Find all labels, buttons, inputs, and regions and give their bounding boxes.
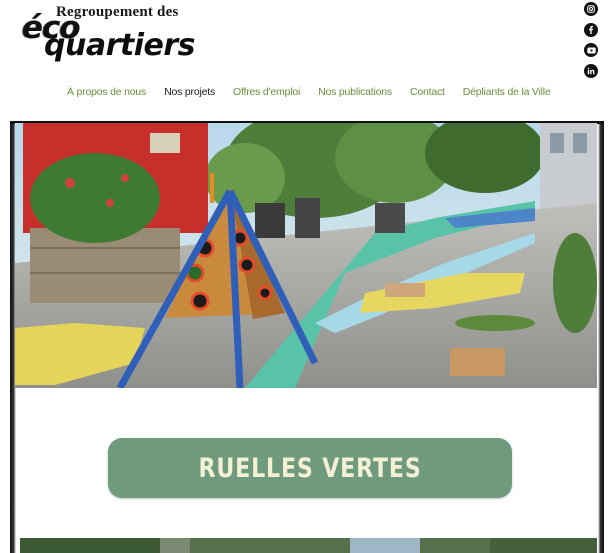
logo-quartiers: quartiers — [44, 28, 196, 63]
frame-border-right — [598, 122, 604, 553]
nav-item-offres-emploi[interactable]: Offres d'emploi — [224, 86, 309, 104]
nav-item-a-propos[interactable]: À propos de nous — [58, 86, 155, 104]
nav-item-nos-projets[interactable]: Nos projets — [155, 86, 224, 104]
youtube-icon[interactable] — [584, 43, 598, 57]
main-nav: À propos de nous Nos projets Offres d'em… — [58, 86, 560, 104]
instagram-icon[interactable] — [584, 2, 598, 16]
nav-item-contact[interactable]: Contact — [401, 86, 454, 104]
hero-image — [15, 123, 597, 388]
facebook-icon[interactable] — [584, 22, 598, 37]
site-logo[interactable]: Regroupement des éco quartiers — [22, 2, 200, 68]
nav-item-publications[interactable]: Nos publications — [309, 86, 401, 104]
page-title-banner: RUELLES VERTES — [108, 438, 512, 498]
page-title: RUELLES VERTES — [198, 452, 422, 484]
secondary-image — [20, 538, 597, 553]
linkedin-icon[interactable] — [584, 63, 598, 78]
social-links — [584, 2, 600, 84]
nav-item-depliants[interactable]: Dépliants de la Ville — [454, 86, 560, 104]
